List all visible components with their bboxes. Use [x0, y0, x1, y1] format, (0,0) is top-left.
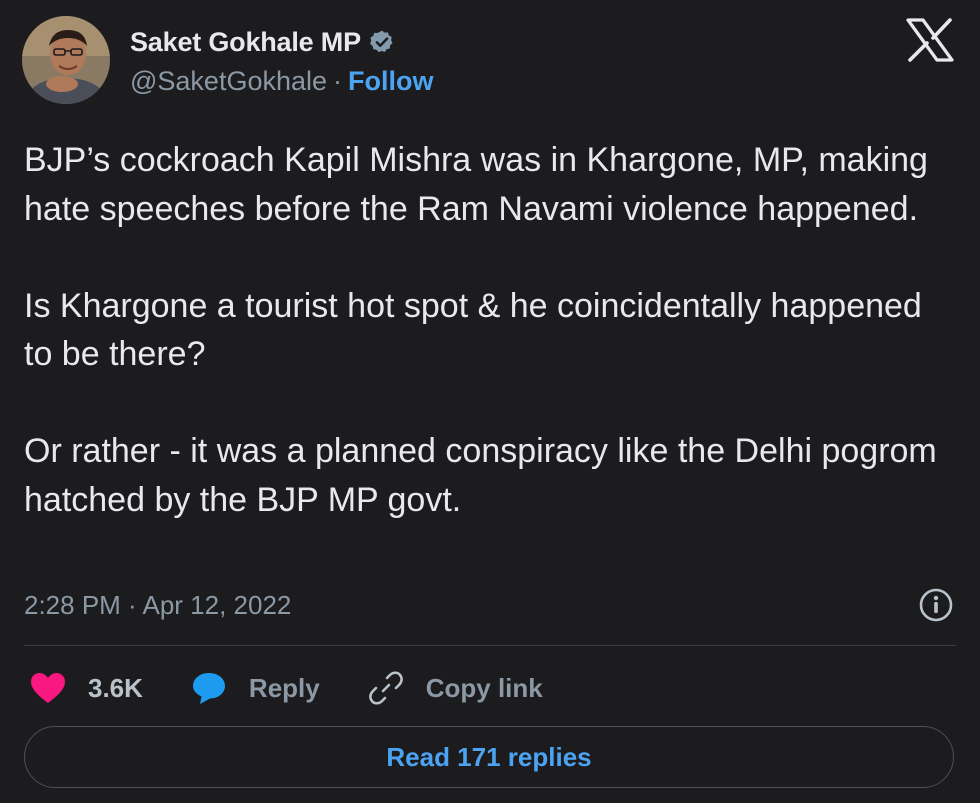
- tweet-header: Saket Gokhale MP @SaketGokhale · Follow: [22, 16, 434, 112]
- name-row: Saket Gokhale MP: [130, 24, 434, 60]
- read-replies-label: Read 171 replies: [386, 741, 592, 772]
- follow-button[interactable]: Follow: [348, 66, 433, 97]
- author-handle[interactable]: @SaketGokhale: [130, 66, 327, 97]
- reply-label: Reply: [248, 672, 320, 703]
- action-bar: 3.6K Reply Copy link: [30, 666, 591, 710]
- divider: [24, 645, 956, 646]
- read-replies-button[interactable]: Read 171 replies: [24, 726, 954, 788]
- author-identity: Saket Gokhale MP @SaketGokhale · Follow: [130, 16, 434, 97]
- info-icon[interactable]: [918, 587, 954, 623]
- copy-link-label: Copy link: [425, 672, 543, 703]
- heart-icon: [30, 672, 66, 704]
- tweet-text: BJP’s cockroach Kapil Mishra was in Khar…: [24, 141, 937, 519]
- like-count: 3.6K: [88, 672, 143, 703]
- verified-badge-icon: [369, 29, 395, 55]
- link-icon: [368, 670, 404, 706]
- copy-link-button[interactable]: Copy link: [368, 670, 543, 706]
- timestamp-row: 2:28 PM · Apr 12, 2022: [24, 585, 954, 625]
- tweet-card: Saket Gokhale MP @SaketGokhale · Follow: [0, 0, 980, 803]
- tweet-timestamp[interactable]: 2:28 PM · Apr 12, 2022: [24, 590, 291, 621]
- reply-button[interactable]: Reply: [191, 671, 320, 705]
- reply-bubble-icon: [191, 671, 227, 705]
- separator-dot: ·: [333, 66, 343, 96]
- author-display-name[interactable]: Saket Gokhale MP: [130, 27, 361, 58]
- like-button[interactable]: 3.6K: [30, 672, 143, 704]
- handle-row: @SaketGokhale · Follow: [130, 66, 434, 97]
- x-logo-icon[interactable]: [906, 18, 954, 62]
- avatar-photo: [22, 16, 110, 104]
- avatar[interactable]: [22, 16, 110, 104]
